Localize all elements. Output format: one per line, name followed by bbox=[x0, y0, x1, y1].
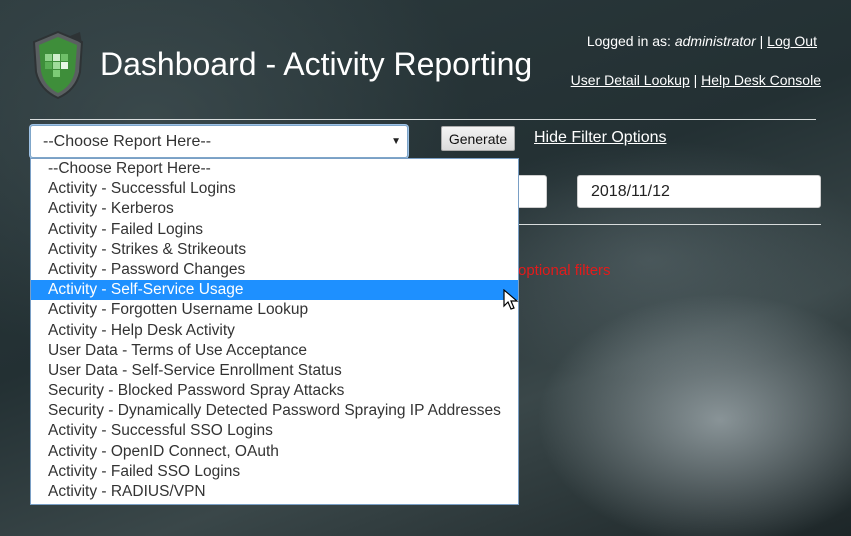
dropdown-option[interactable]: User Data - Terms of Use Acceptance bbox=[31, 341, 518, 361]
username: administrator bbox=[674, 33, 756, 49]
shield-logo-icon bbox=[32, 30, 84, 100]
dropdown-option[interactable]: Activity - RADIUS/VPN bbox=[31, 482, 518, 502]
dropdown-option[interactable]: Security - Blocked Password Spray Attack… bbox=[31, 381, 518, 401]
page-title: Dashboard - Activity Reporting bbox=[100, 46, 533, 82]
help-desk-console-link[interactable]: Help Desk Console bbox=[701, 72, 821, 88]
report-select[interactable]: --Choose Report Here-- ▼ bbox=[30, 125, 408, 158]
divider-top bbox=[30, 119, 816, 120]
dropdown-option[interactable]: Activity - Self-Service Usage bbox=[31, 280, 518, 301]
dropdown-option[interactable]: Security - Dynamically Detected Password… bbox=[31, 401, 518, 421]
dropdown-arrow-icon: ▼ bbox=[391, 136, 401, 147]
separator: | bbox=[759, 33, 764, 49]
header-links: User Detail Lookup | Help Desk Console bbox=[571, 72, 821, 88]
generate-button[interactable]: Generate bbox=[441, 126, 515, 151]
divider-filters bbox=[518, 224, 821, 225]
logged-in-label: Logged in as: bbox=[586, 33, 671, 49]
dropdown-option[interactable]: Activity - OpenID Connect, OAuth bbox=[31, 442, 518, 462]
dropdown-option[interactable]: Activity - Successful Logins bbox=[31, 179, 518, 199]
dropdown-option[interactable]: --Choose Report Here-- bbox=[31, 159, 518, 179]
dropdown-option[interactable]: Activity - Help Desk Activity bbox=[31, 321, 518, 341]
login-status: Logged in as: administrator | Log Out bbox=[587, 33, 817, 49]
dropdown-option[interactable]: Activity - Failed SSO Logins bbox=[31, 462, 518, 482]
end-date-input[interactable]: 2018/11/12 bbox=[577, 175, 821, 208]
dropdown-option[interactable]: Activity - Forgotten Username Lookup bbox=[31, 300, 518, 320]
dropdown-option[interactable]: Activity - Kerberos bbox=[31, 199, 518, 219]
hide-filter-options-link[interactable]: Hide Filter Options bbox=[534, 129, 667, 147]
dropdown-option[interactable]: Activity - Successful SSO Logins bbox=[31, 421, 518, 441]
separator: | bbox=[693, 72, 698, 88]
dropdown-option[interactable]: Activity - Failed Logins bbox=[31, 220, 518, 240]
dropdown-option[interactable]: User Data - Self-Service Enrollment Stat… bbox=[31, 361, 518, 381]
dropdown-option[interactable]: Activity - Password Changes bbox=[31, 260, 518, 280]
user-detail-lookup-link[interactable]: User Detail Lookup bbox=[571, 72, 690, 88]
logout-link[interactable]: Log Out bbox=[767, 33, 817, 49]
mouse-pointer-icon bbox=[503, 289, 519, 310]
report-dropdown-list[interactable]: --Choose Report Here-- Activity - Success… bbox=[30, 158, 519, 505]
optional-filters-text: optional filters bbox=[518, 262, 611, 279]
report-select-value: --Choose Report Here-- bbox=[43, 133, 212, 150]
dropdown-option[interactable]: Activity - Strikes & Strikeouts bbox=[31, 240, 518, 260]
